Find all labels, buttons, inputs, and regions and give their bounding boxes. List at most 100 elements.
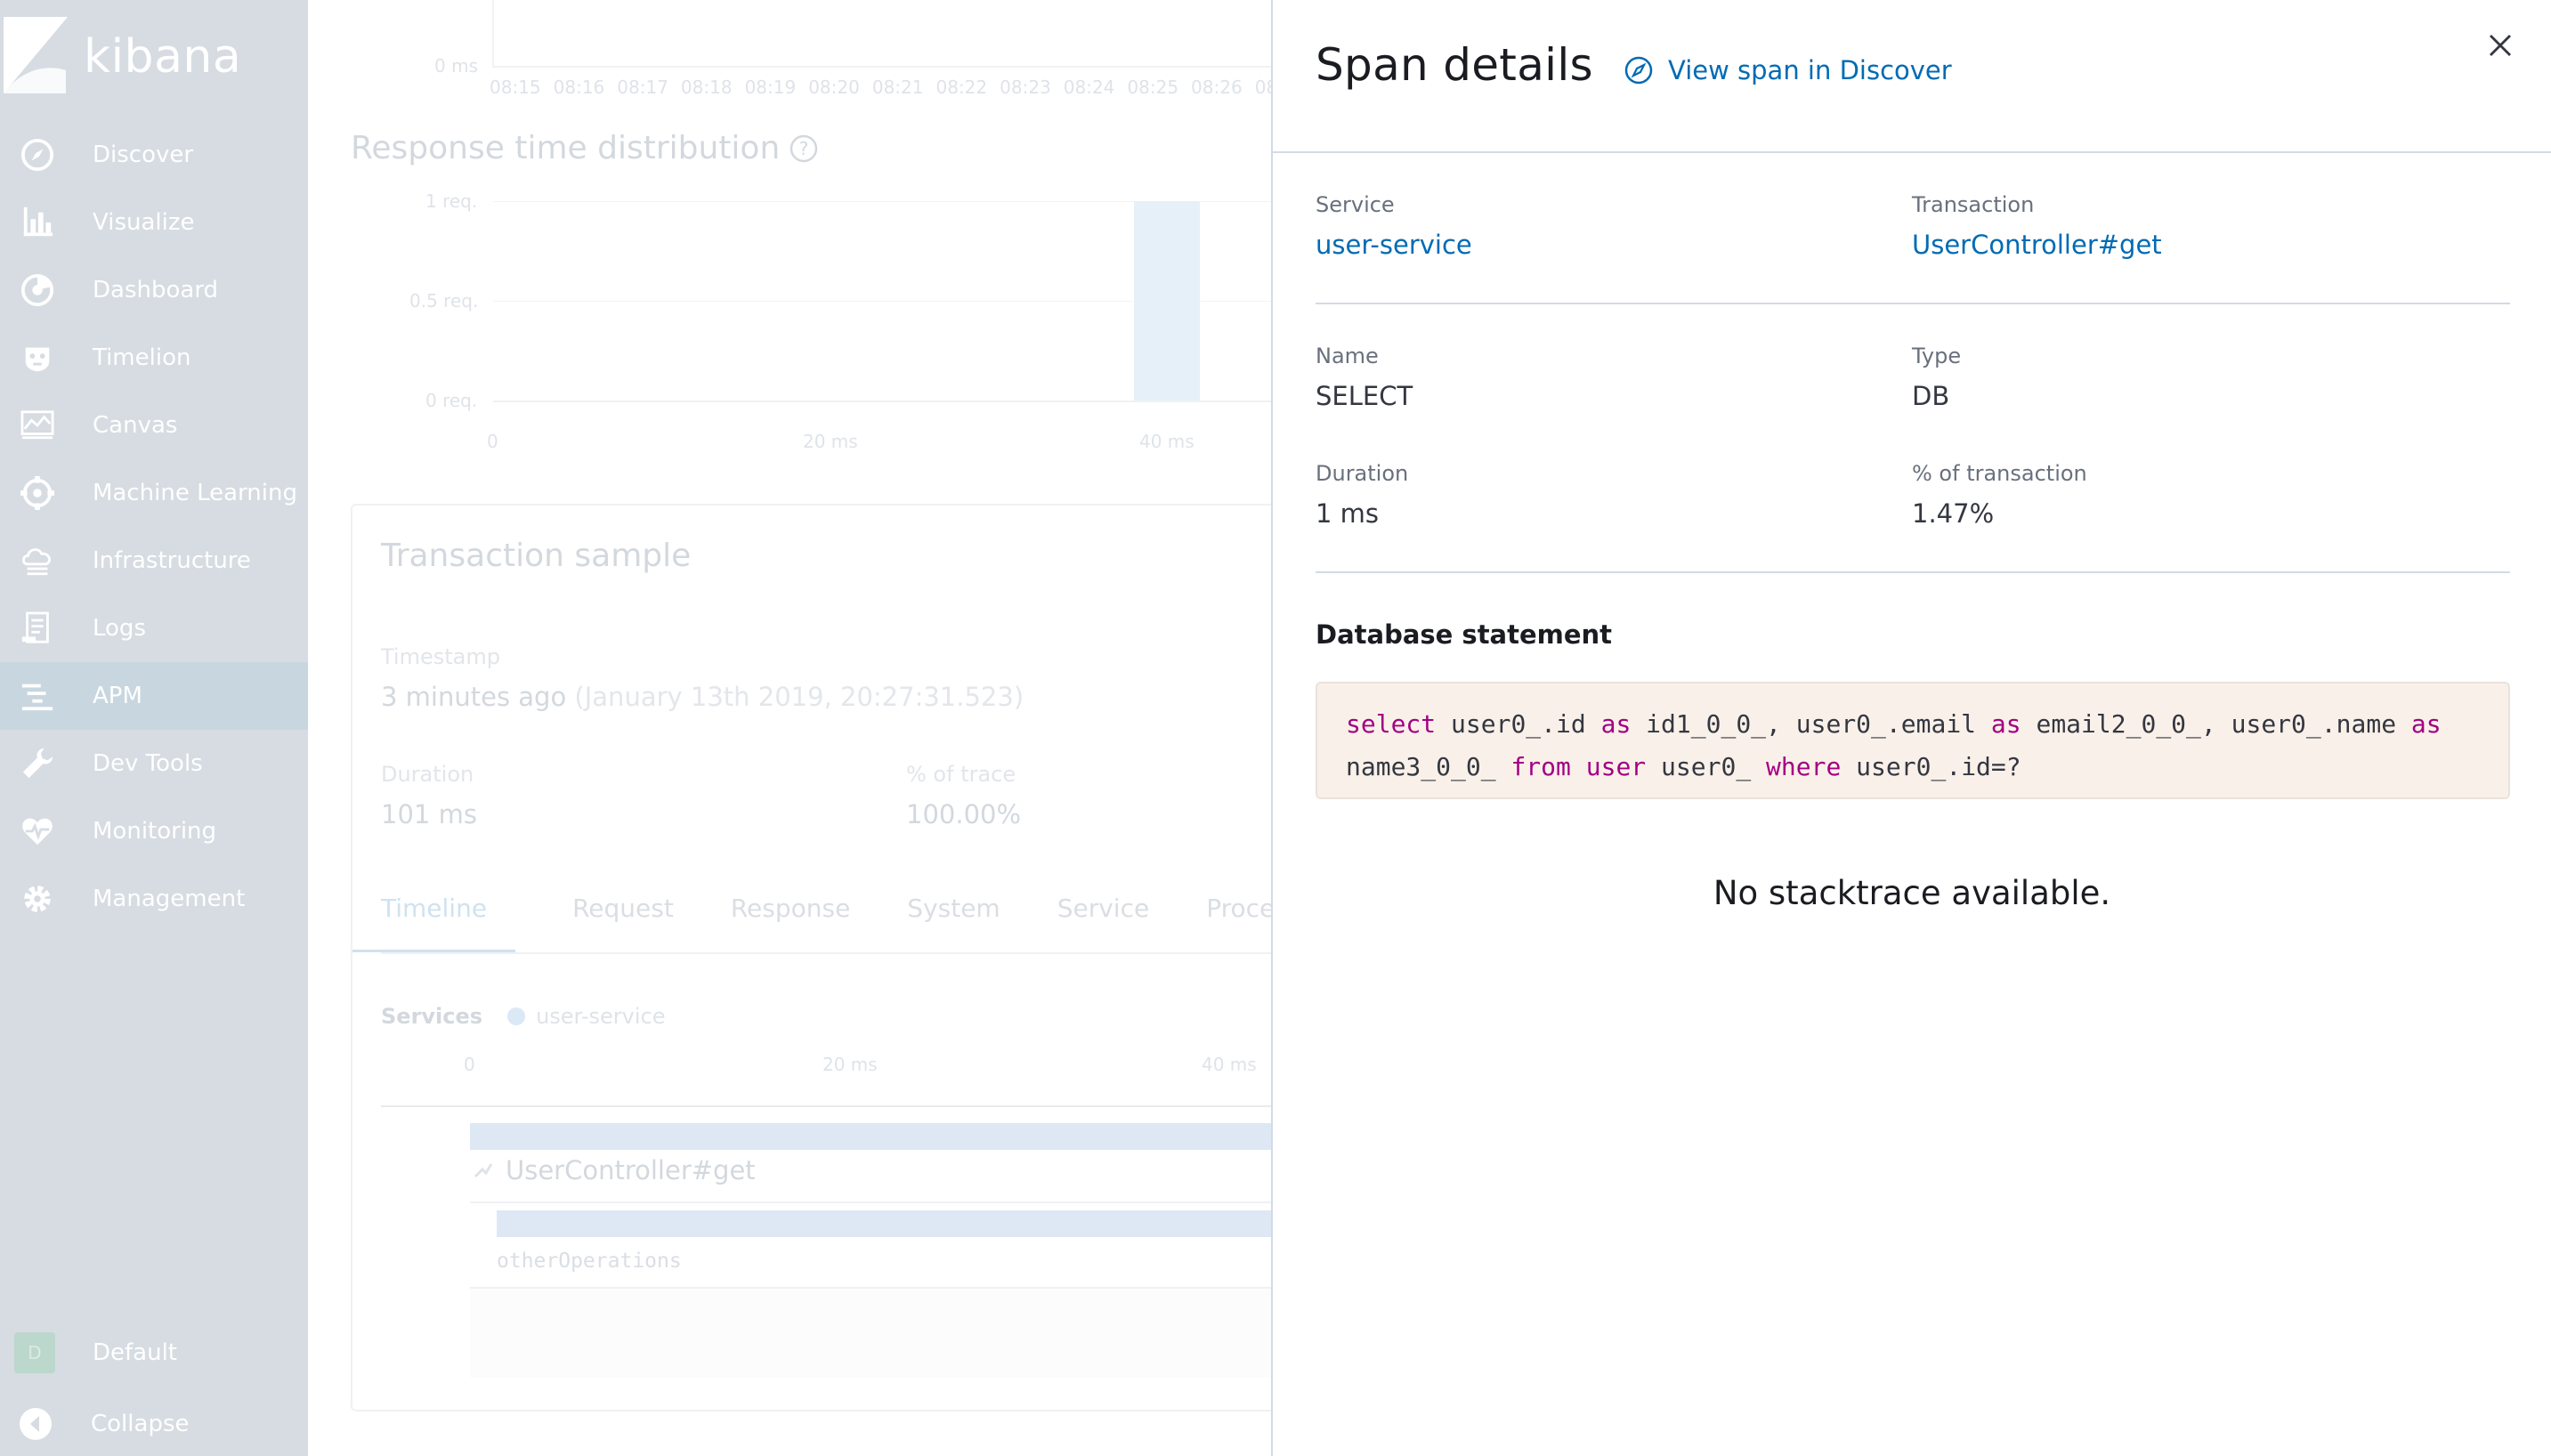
sidebar-item-label: Management bbox=[93, 886, 246, 912]
duration-label: Duration bbox=[1316, 461, 1409, 486]
sql-keyword: as bbox=[1990, 709, 2021, 739]
sidebar-item-label: Timelion bbox=[93, 344, 191, 371]
tab-request[interactable]: Request bbox=[572, 894, 674, 952]
gear-icon bbox=[20, 881, 55, 917]
tab-response[interactable]: Response bbox=[731, 894, 850, 952]
sidebar-item-management[interactable]: Management bbox=[0, 865, 308, 933]
sidebar-item-label: Infrastructure bbox=[93, 547, 251, 574]
transaction-icon bbox=[474, 1163, 493, 1178]
tab-service[interactable]: Service bbox=[1057, 894, 1149, 952]
span-details-flyout: Span details View span in Discover Servi… bbox=[1271, 0, 2551, 1456]
pct-transaction-label: % of transaction bbox=[1912, 461, 2087, 486]
x-tick: 08:22 bbox=[935, 77, 988, 98]
database-statement-code[interactable]: select user0_.id as id1_0_0_, user0_.ema… bbox=[1316, 682, 2510, 799]
infrastructure-icon bbox=[20, 543, 55, 578]
bar-chart-icon bbox=[20, 205, 55, 240]
sidebar-item-visualize[interactable]: Visualize bbox=[0, 189, 308, 256]
sidebar-item-label: Discover bbox=[93, 142, 194, 168]
kibana-logo-icon bbox=[4, 17, 68, 93]
sidebar-item-infrastructure[interactable]: Infrastructure bbox=[0, 527, 308, 595]
sidebar-item-canvas[interactable]: Canvas bbox=[0, 392, 308, 459]
section-divider bbox=[1316, 303, 2510, 304]
compass-icon bbox=[1624, 56, 1653, 85]
sidebar-item-dashboard[interactable]: Dashboard bbox=[0, 256, 308, 324]
flyout-title: Span details bbox=[1316, 39, 1593, 91]
transaction-link[interactable]: UserController#get bbox=[1912, 230, 2162, 260]
heartbeat-icon bbox=[20, 813, 55, 849]
x-tick: 08:15 bbox=[490, 77, 541, 98]
tab-process[interactable]: Process bbox=[1206, 894, 1271, 952]
timestamp-value: 3 minutes ago bbox=[381, 682, 567, 712]
sidebar-item-label: Visualize bbox=[93, 209, 195, 236]
collapse-label: Collapse bbox=[91, 1411, 190, 1437]
distribution-bar[interactable] bbox=[1134, 201, 1200, 400]
service-color-dot bbox=[507, 1007, 526, 1025]
y-tick: 0 req. bbox=[425, 390, 478, 411]
x-tick: 08:20 bbox=[808, 77, 860, 98]
collapse-icon bbox=[20, 1408, 52, 1440]
transaction-sample-title: Transaction sample bbox=[381, 538, 692, 574]
sidebar-footer: D Default Collapse bbox=[0, 1317, 308, 1456]
duration-value: 101 ms bbox=[381, 799, 477, 829]
sidebar-item-machine-learning[interactable]: Machine Learning bbox=[0, 459, 308, 527]
service-link[interactable]: user-service bbox=[1316, 230, 1472, 260]
database-statement-title: Database statement bbox=[1316, 619, 1613, 650]
sidebar-item-label: APM bbox=[93, 683, 142, 709]
kibana-brand[interactable]: kibana bbox=[0, 12, 241, 101]
timeline-divider bbox=[381, 1105, 1271, 1107]
sql-keyword: from bbox=[1510, 752, 1571, 781]
sidebar: kibana Discover Visualize Dashboard Time… bbox=[0, 0, 308, 1456]
help-icon[interactable]: ? bbox=[789, 133, 819, 164]
row-divider bbox=[470, 1201, 1271, 1203]
chart-baseline bbox=[493, 400, 1271, 402]
wrench-icon bbox=[20, 746, 55, 781]
name-label: Name bbox=[1316, 344, 1379, 368]
tabs-divider bbox=[381, 952, 1271, 954]
timeline-tick: 20 ms bbox=[822, 1054, 878, 1075]
response-time-title: Response time distribution bbox=[351, 130, 781, 166]
sidebar-item-label: Logs bbox=[93, 615, 146, 642]
sidebar-item-logs[interactable]: Logs bbox=[0, 595, 308, 662]
sidebar-item-apm[interactable]: APM bbox=[0, 662, 308, 730]
sql-keyword: select bbox=[1346, 709, 1437, 739]
span-name[interactable]: otherOperations bbox=[497, 1250, 682, 1273]
transaction-row[interactable]: UserController#get bbox=[472, 1155, 756, 1185]
sidebar-item-dev-tools[interactable]: Dev Tools bbox=[0, 730, 308, 797]
compass-icon bbox=[20, 137, 55, 173]
duration-value: 1 ms bbox=[1316, 498, 1380, 529]
tab-system[interactable]: System bbox=[907, 894, 1000, 952]
transaction-tabs: Timeline Request Response System Service… bbox=[352, 894, 1271, 952]
sql-text: user0_.id=? bbox=[1841, 752, 2021, 781]
machine-learning-icon bbox=[20, 475, 55, 511]
sidebar-item-label: Canvas bbox=[93, 412, 178, 439]
x-tick: 40 ms bbox=[1139, 431, 1195, 452]
sidebar-item-discover[interactable]: Discover bbox=[0, 121, 308, 189]
span-timeline-bar[interactable] bbox=[497, 1210, 1271, 1237]
space-avatar: D bbox=[14, 1332, 55, 1373]
timeline-tick: 0 bbox=[464, 1054, 475, 1075]
sidebar-item-label: Dashboard bbox=[93, 277, 219, 303]
view-span-in-discover-link[interactable]: View span in Discover bbox=[1624, 55, 1952, 85]
timeline-tick: 40 ms bbox=[1202, 1054, 1257, 1075]
service-label: Service bbox=[1316, 192, 1395, 217]
sql-keyword: as bbox=[2410, 709, 2442, 739]
timestamp-label: Timestamp bbox=[381, 644, 500, 669]
svg-text:?: ? bbox=[799, 138, 809, 159]
tab-timeline[interactable]: Timeline bbox=[352, 894, 516, 952]
collapse-button[interactable]: Collapse bbox=[0, 1388, 308, 1456]
sidebar-item-monitoring[interactable]: Monitoring bbox=[0, 797, 308, 865]
x-tick: 08:23 bbox=[1000, 77, 1051, 98]
timestamp-detail: (January 13th 2019, 20:27:31.523) bbox=[574, 682, 1024, 712]
close-icon[interactable] bbox=[2485, 30, 2515, 61]
x-tick: 08:24 bbox=[1063, 77, 1115, 98]
space-selector[interactable]: D Default bbox=[0, 1317, 308, 1388]
x-tick: 08:19 bbox=[744, 77, 797, 98]
sidebar-item-label: Dev Tools bbox=[93, 750, 203, 777]
sidebar-item-timelion[interactable]: Timelion bbox=[0, 324, 308, 392]
services-legend: Services user-service bbox=[381, 1004, 666, 1029]
x-tick: 08: bbox=[1254, 77, 1271, 98]
transaction-timeline-bar[interactable] bbox=[470, 1123, 1271, 1150]
apm-icon bbox=[20, 678, 55, 714]
no-stacktrace-message: No stacktrace available. bbox=[1713, 874, 2111, 912]
